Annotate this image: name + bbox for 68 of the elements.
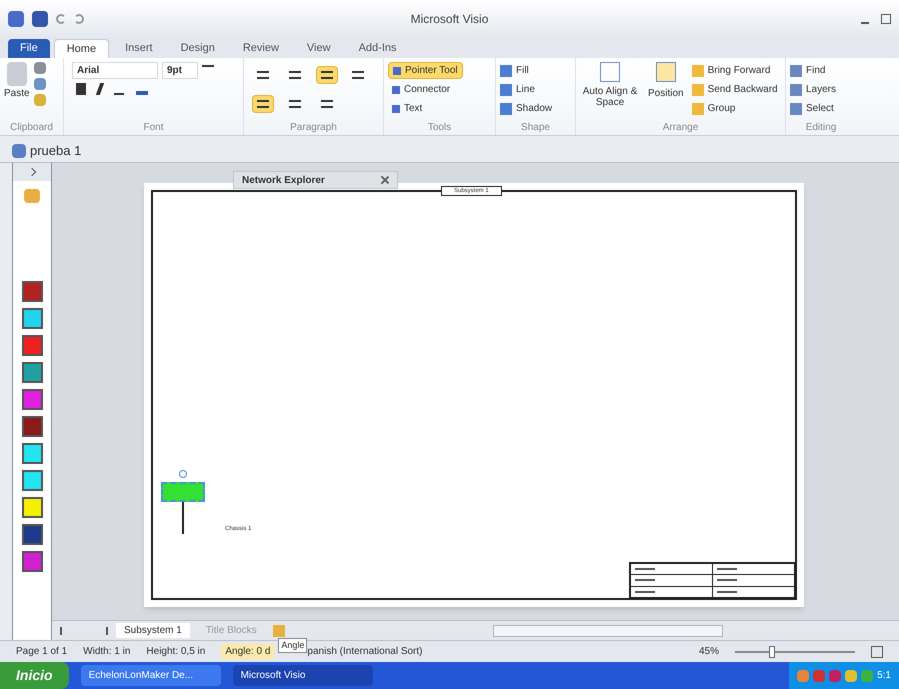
ribbon-tab[interactable]: Add-Ins <box>346 39 408 58</box>
tool-button[interactable]: Text <box>388 100 426 117</box>
start-button[interactable]: Inicio <box>0 662 69 689</box>
group-label: Clipboard <box>9 121 54 135</box>
selected-shape-drawing <box>161 470 205 534</box>
shape-style-button[interactable]: Fill <box>500 62 571 79</box>
stencil-shape-icon[interactable] <box>22 281 42 302</box>
tooltip: Angle <box>278 638 308 654</box>
ribbon-tab[interactable]: Design <box>168 39 227 58</box>
stencil-shape-icon[interactable] <box>22 443 42 464</box>
group-label: Tools <box>426 121 452 135</box>
stencil-shape-icon[interactable] <box>22 389 42 410</box>
group-label: Shape <box>520 121 551 135</box>
ribbon-tab[interactable]: Home <box>54 39 110 58</box>
file-tab[interactable]: File <box>8 39 50 58</box>
stencil-shape-icon[interactable] <box>22 497 42 518</box>
document-title: prueba 1 <box>30 142 82 160</box>
arrange-button[interactable]: Send Backward <box>692 81 778 98</box>
stencil-shape-icon[interactable] <box>22 470 42 491</box>
clock: 5:1 <box>877 669 891 683</box>
editing-button[interactable]: Find <box>790 62 852 79</box>
taskbar-app[interactable]: Microsoft Visio <box>232 665 373 686</box>
height-status: Height: 0,5 in <box>146 645 206 659</box>
redo-icon[interactable] <box>74 14 84 24</box>
stencil-shape-icon[interactable] <box>22 416 42 437</box>
taskbar-app[interactable]: EchelonLonMaker De... <box>80 665 221 686</box>
stencil-shape-icon[interactable] <box>22 308 42 329</box>
font-field[interactable]: Arial <box>72 62 158 79</box>
tool-button[interactable]: Connector <box>388 81 454 98</box>
arrange-button[interactable]: Bring Forward <box>692 62 778 79</box>
close-icon[interactable] <box>381 176 389 184</box>
shape-style-button[interactable]: Shadow <box>500 100 571 117</box>
zoom-slider[interactable] <box>735 646 855 658</box>
arrange-button[interactable]: Group <box>692 100 778 117</box>
ribbon-tab[interactable]: View <box>294 39 343 58</box>
tool-button[interactable]: Pointer Tool <box>388 62 463 79</box>
page-status: Page 1 of 1 <box>16 645 68 659</box>
size-field[interactable]: 9pt <box>162 62 198 79</box>
restore-icon[interactable] <box>881 14 891 24</box>
stencil-shape-icon[interactable] <box>22 524 42 545</box>
panel-title: Network Explorer <box>242 174 325 188</box>
paste-label[interactable]: Paste <box>4 86 30 101</box>
angle-status: Angle: 0 d <box>221 644 274 659</box>
italic-icon[interactable] <box>96 83 104 95</box>
align-button[interactable] <box>252 95 274 113</box>
sheet-navigation-icon[interactable] <box>60 626 108 634</box>
stencil-shape-icon[interactable] <box>22 551 42 572</box>
language-status: panish (International Sort) <box>307 645 422 659</box>
stencil-shape-icon[interactable] <box>22 335 42 356</box>
shape-style-button[interactable]: Line <box>500 81 571 98</box>
group-label: Arrange <box>662 121 700 135</box>
align-button[interactable] <box>316 66 338 84</box>
width-status: Width: 1 in <box>83 645 130 659</box>
position-button[interactable]: Position <box>648 62 684 120</box>
editing-button[interactable]: Layers <box>790 81 852 98</box>
undo-icon[interactable] <box>56 14 66 24</box>
group-label: Editing <box>804 121 838 135</box>
group-label: Font <box>142 121 164 135</box>
horizontal-scrollbar[interactable] <box>492 624 723 636</box>
auto-align-button[interactable]: Auto Align & Space <box>580 62 640 120</box>
editing-button[interactable]: Select <box>790 100 852 117</box>
ribbon-tab[interactable]: Insert <box>113 39 165 58</box>
stencil-shape-icon[interactable] <box>22 362 42 383</box>
sheet-tab[interactable]: Subsystem 1 <box>116 623 190 638</box>
window-title: Microsoft Visio <box>410 11 490 28</box>
group-label: Paragraph <box>289 121 338 135</box>
zoom-percent: 45% <box>698 645 719 659</box>
ribbon-tab[interactable]: Review <box>230 39 291 58</box>
